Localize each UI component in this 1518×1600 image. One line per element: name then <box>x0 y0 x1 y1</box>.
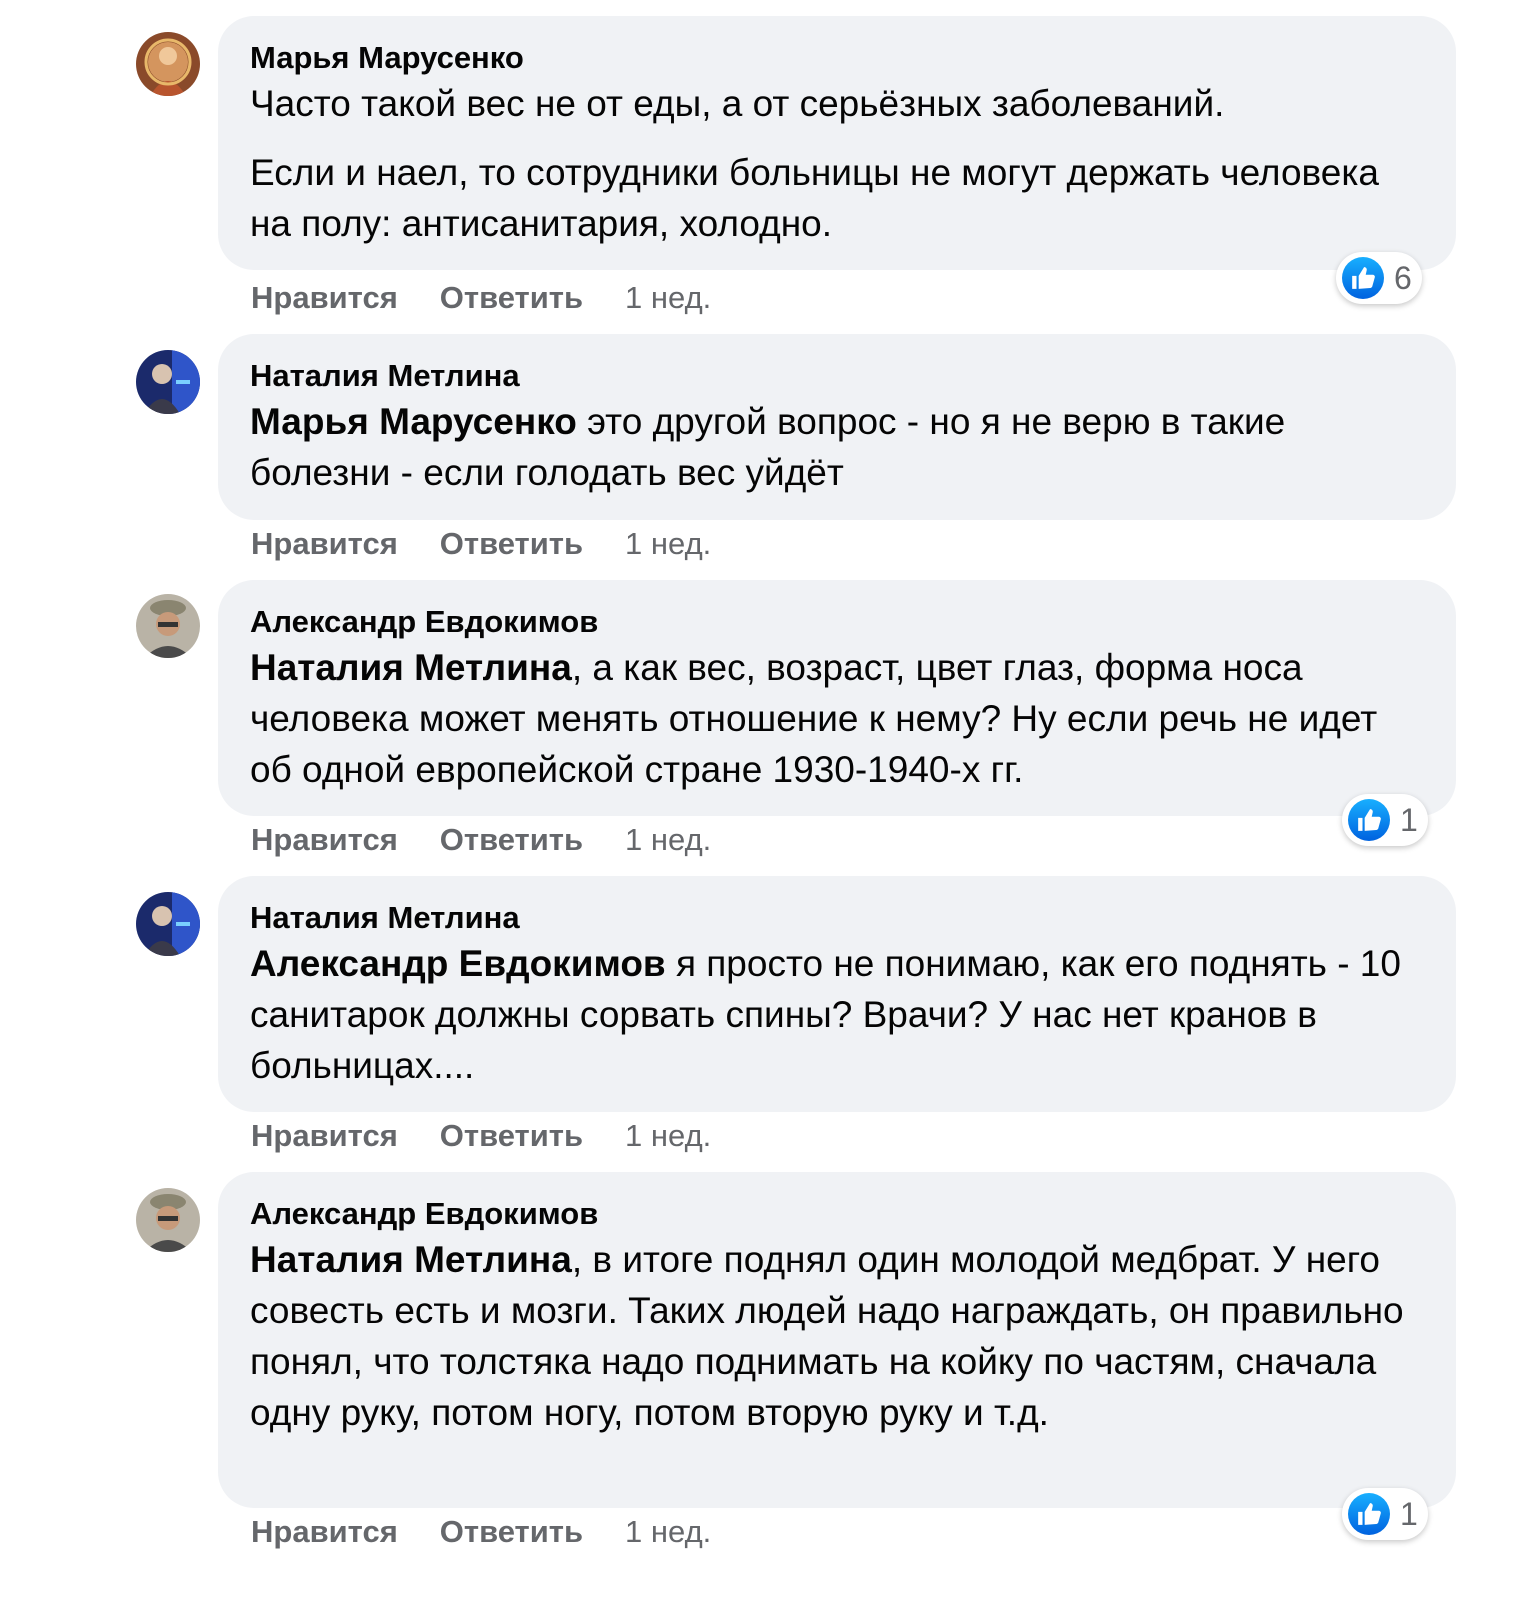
reaction-count-badge[interactable]: 1 <box>1342 794 1428 846</box>
comment-text: Александр Евдокимов я просто не понимаю,… <box>250 938 1424 1091</box>
comment-timestamp[interactable]: 1 нед. <box>625 1116 711 1156</box>
comment-text: Наталия Метлина, а как вес, возраст, цве… <box>250 642 1424 795</box>
comment-bubble: Александр Евдокимов Наталия Метлина, а к… <box>218 580 1456 816</box>
comment-paragraph: Наталия Метлина, а как вес, возраст, цве… <box>250 642 1424 795</box>
reaction-count-badge[interactable]: 6 <box>1336 252 1422 304</box>
like-button[interactable]: Нравится <box>251 820 398 860</box>
avatar[interactable] <box>136 1188 200 1252</box>
like-button[interactable]: Нравится <box>251 1116 398 1156</box>
comment-author[interactable]: Марья Марусенко <box>250 38 1424 78</box>
like-button[interactable]: Нравится <box>251 1512 398 1552</box>
reply-button[interactable]: Ответить <box>440 278 583 318</box>
mention-link[interactable]: Марья Марусенко <box>250 401 577 442</box>
avatar[interactable] <box>136 350 200 414</box>
avatar[interactable] <box>136 32 200 96</box>
like-icon <box>1342 257 1384 299</box>
like-icon <box>1348 1493 1390 1535</box>
avatar[interactable] <box>136 892 200 956</box>
comment-bubble: Наталия Метлина Александр Евдокимов я пр… <box>218 876 1456 1112</box>
comment-author[interactable]: Наталия Метлина <box>250 898 1424 938</box>
like-button[interactable]: Нравится <box>251 278 398 318</box>
comment-actions: Нравится Ответить 1 нед. <box>251 820 711 860</box>
comment-timestamp[interactable]: 1 нед. <box>625 1512 711 1552</box>
comment-text: Наталия Метлина, в итоге поднял один мол… <box>250 1234 1424 1438</box>
comment-timestamp[interactable]: 1 нед. <box>625 278 711 318</box>
reply-button[interactable]: Ответить <box>440 820 583 860</box>
reply-button[interactable]: Ответить <box>440 1512 583 1552</box>
reply-button[interactable]: Ответить <box>440 524 583 564</box>
comment-paragraph: Наталия Метлина, в итоге поднял один мол… <box>250 1234 1424 1438</box>
comment-actions: Нравится Ответить 1 нед. <box>251 1512 711 1552</box>
comment-actions: Нравится Ответить 1 нед. <box>251 1116 711 1156</box>
mention-link[interactable]: Александр Евдокимов <box>250 943 666 984</box>
comment-text: Марья Марусенко это другой вопрос - но я… <box>250 396 1424 498</box>
reaction-count: 6 <box>1394 259 1412 296</box>
comment-timestamp[interactable]: 1 нед. <box>625 524 711 564</box>
comment-actions: Нравится Ответить 1 нед. <box>251 524 711 564</box>
comment-paragraph: Марья Марусенко это другой вопрос - но я… <box>250 396 1424 498</box>
comment-author[interactable]: Наталия Метлина <box>250 356 1424 396</box>
comment-bubble: Наталия Метлина Марья Марусенко это друг… <box>218 334 1456 520</box>
mention-link[interactable]: Наталия Метлина <box>250 647 572 688</box>
reaction-count: 1 <box>1400 801 1418 838</box>
comment-bubble: Александр Евдокимов Наталия Метлина, в и… <box>218 1172 1456 1508</box>
comment-author[interactable]: Александр Евдокимов <box>250 1194 1424 1234</box>
comment-timestamp[interactable]: 1 нед. <box>625 820 711 860</box>
comment-paragraph: Часто такой вес не от еды, а от серьёзны… <box>250 83 1225 124</box>
reply-button[interactable]: Ответить <box>440 1116 583 1156</box>
avatar[interactable] <box>136 594 200 658</box>
like-icon <box>1348 799 1390 841</box>
reaction-count: 1 <box>1400 1495 1418 1532</box>
mention-link[interactable]: Наталия Метлина <box>250 1239 572 1280</box>
comment-paragraph: Если и наел, то сотрудники больницы не м… <box>250 152 1379 244</box>
like-button[interactable]: Нравится <box>251 524 398 564</box>
comment-author[interactable]: Александр Евдокимов <box>250 602 1424 642</box>
comment-paragraph: Александр Евдокимов я просто не понимаю,… <box>250 938 1424 1091</box>
comment-actions: Нравится Ответить 1 нед. <box>251 278 711 318</box>
reaction-count-badge[interactable]: 1 <box>1342 1488 1428 1540</box>
comment-bubble: Марья Марусенко Часто такой вес не от ед… <box>218 16 1456 270</box>
comment-text: Часто такой вес не от еды, а от серьёзны… <box>250 78 1424 249</box>
